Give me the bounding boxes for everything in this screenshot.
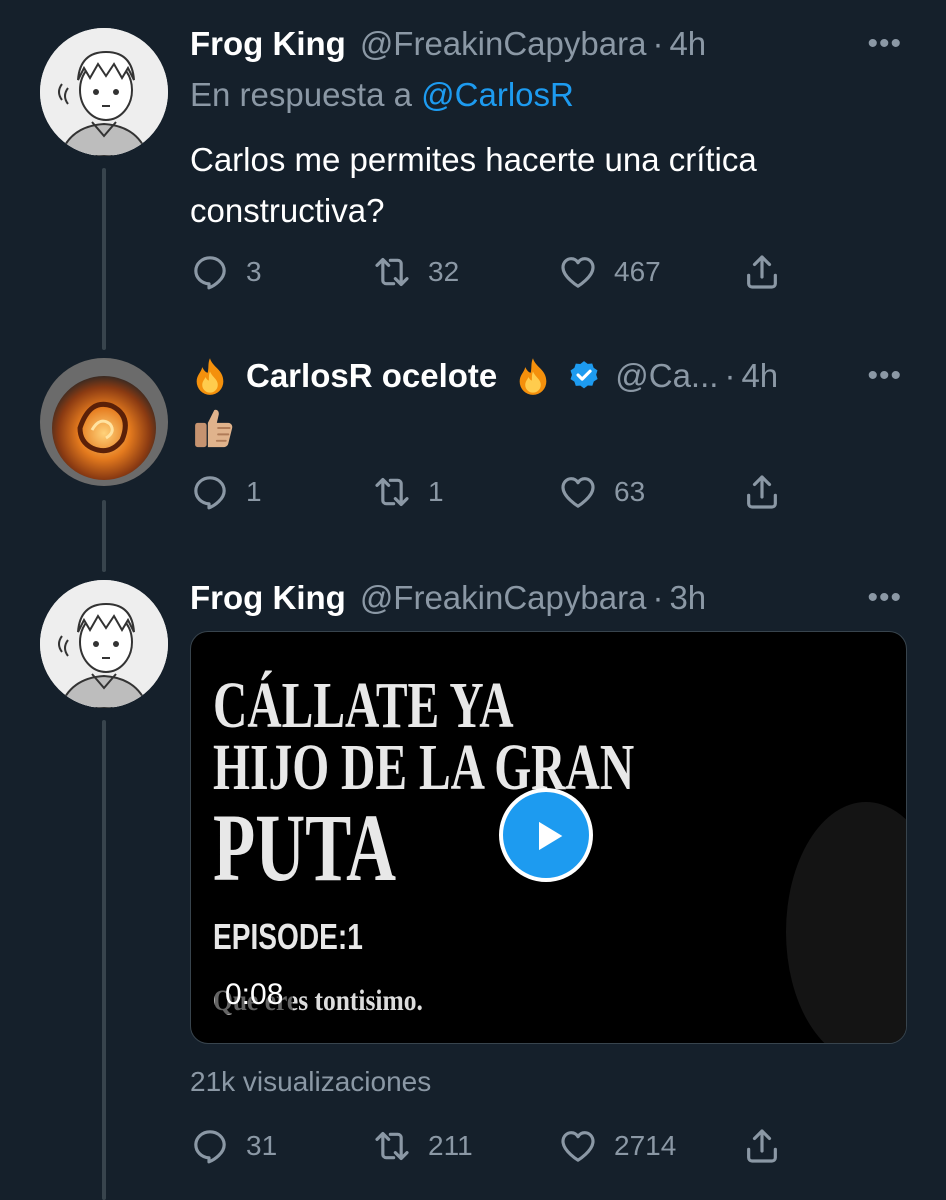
user-handle[interactable]: @FreakinCapybara xyxy=(360,579,647,617)
share-icon xyxy=(747,475,777,509)
tweet[interactable]: Frog King @FreakinCapybara · 4h ••• En r… xyxy=(0,0,946,330)
retweet-count: 1 xyxy=(428,476,444,507)
like-button[interactable]: 63 xyxy=(558,470,645,514)
timestamp[interactable]: 3h xyxy=(669,579,706,617)
retweet-button[interactable]: 32 xyxy=(372,250,459,294)
user-handle[interactable]: @FreakinCapybara xyxy=(360,25,647,63)
timestamp[interactable]: 4h xyxy=(741,357,778,395)
like-count: 467 xyxy=(614,256,661,287)
play-icon xyxy=(539,821,563,851)
play-button[interactable] xyxy=(499,788,593,882)
reply-button[interactable]: 31 xyxy=(190,1124,277,1168)
display-name[interactable]: CarlosR ocelote xyxy=(246,357,497,395)
share-button[interactable] xyxy=(742,470,798,514)
avatar[interactable] xyxy=(40,580,168,708)
retweet-button[interactable]: 211 xyxy=(372,1124,473,1168)
like-button[interactable]: 467 xyxy=(558,250,661,294)
reply-mention-link[interactable]: @CarlosR xyxy=(421,76,574,113)
action-bar: 1 1 63 xyxy=(190,470,790,514)
video-caption-line: PUTA xyxy=(213,794,397,901)
reply-count: 1 xyxy=(246,476,262,507)
tweet-header: CarlosR ocelote @Ca... · 4h ••• xyxy=(190,354,916,398)
more-options-icon[interactable]: ••• xyxy=(867,581,902,615)
action-bar: 3 32 467 xyxy=(190,250,790,294)
share-button[interactable] xyxy=(742,1124,798,1168)
tweet-text: Carlos me permites hacerte una crítica c… xyxy=(190,141,757,229)
reply-prefix: En respuesta a xyxy=(190,76,412,113)
reply-count: 3 xyxy=(246,256,262,287)
separator-dot: · xyxy=(652,579,664,616)
fire-emoji-icon xyxy=(196,358,224,395)
reply-button[interactable]: 3 xyxy=(190,250,262,294)
video-duration: 0:08 xyxy=(215,976,294,1014)
avatar[interactable] xyxy=(40,28,168,156)
action-bar: 31 211 2714 xyxy=(190,1124,790,1168)
video-episode-label: EPISODE:1 xyxy=(213,916,363,957)
heart-icon xyxy=(561,257,595,288)
user-handle[interactable]: @Ca... xyxy=(615,357,718,395)
reply-icon xyxy=(194,256,226,290)
verified-badge-icon xyxy=(570,361,598,389)
video-shadow-figure xyxy=(786,802,906,1043)
share-icon xyxy=(747,255,777,289)
heart-icon xyxy=(561,477,595,508)
share-button[interactable] xyxy=(742,250,798,294)
tweet-text xyxy=(190,400,906,451)
video-player[interactable]: CÁLLATE YA HIJO DE LA GRAN PUTA EPISODE:… xyxy=(190,631,907,1044)
tweet-header: Frog King @FreakinCapybara · 3h ••• xyxy=(190,576,916,620)
retweet-count: 211 xyxy=(428,1130,473,1161)
reply-button[interactable]: 1 xyxy=(190,470,262,514)
retweet-icon xyxy=(375,477,409,507)
more-options-icon[interactable]: ••• xyxy=(867,359,902,393)
display-name[interactable]: Frog King xyxy=(190,579,346,617)
tweet[interactable]: CarlosR ocelote @Ca... · 4h ••• 1 1 63 xyxy=(0,330,946,560)
view-count: 21k visualizaciones xyxy=(190,1066,432,1097)
heart-icon xyxy=(561,1131,595,1162)
reply-count: 31 xyxy=(246,1130,278,1161)
separator-dot: · xyxy=(652,25,664,62)
retweet-button[interactable]: 1 xyxy=(372,470,444,514)
display-name[interactable]: Frog King xyxy=(190,25,346,63)
avatar[interactable] xyxy=(40,358,168,486)
reply-icon xyxy=(194,1130,226,1164)
thumbs-up-emoji-icon xyxy=(195,410,233,448)
reply-context: En respuesta a @CarlosR xyxy=(190,76,574,114)
more-options-icon[interactable]: ••• xyxy=(867,27,902,61)
like-count: 2714 xyxy=(614,1130,677,1161)
fire-emoji-icon xyxy=(519,358,547,395)
like-count: 63 xyxy=(614,476,646,507)
retweet-icon xyxy=(375,1131,409,1161)
retweet-icon xyxy=(375,257,409,287)
timestamp[interactable]: 4h xyxy=(669,25,706,63)
retweet-count: 32 xyxy=(428,256,460,287)
like-button[interactable]: 2714 xyxy=(558,1124,676,1168)
share-icon xyxy=(747,1129,777,1163)
reply-icon xyxy=(194,476,226,510)
separator-dot: · xyxy=(724,357,736,394)
tweet-header: Frog King @FreakinCapybara · 4h ••• xyxy=(190,22,916,66)
